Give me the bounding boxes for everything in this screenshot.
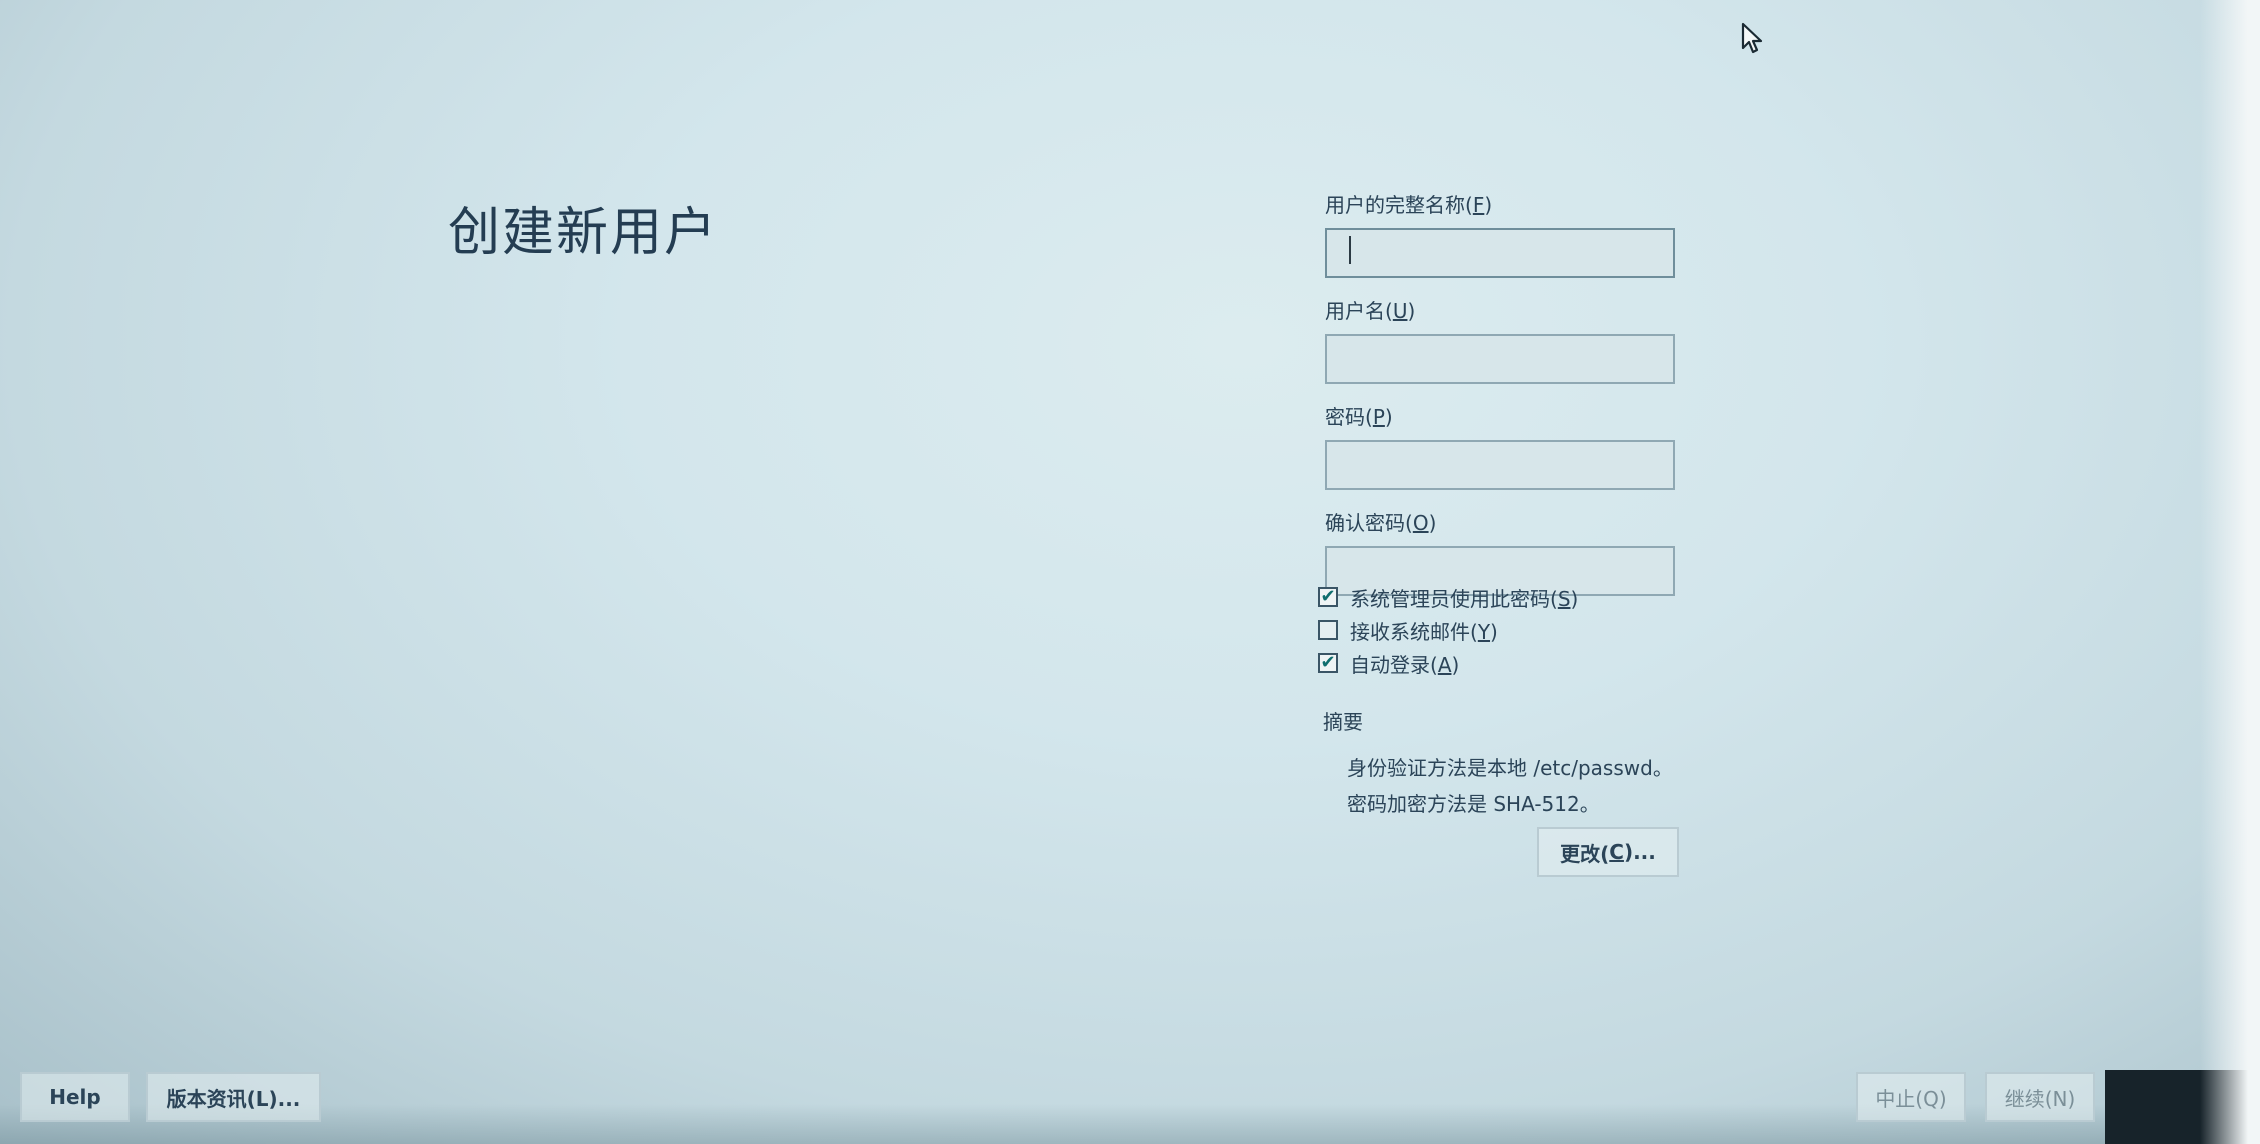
full-name-label: 用户的完整名称(F)	[1325, 193, 1493, 217]
installer-screen: 创建新用户 用户的完整名称(F) 用户名(U) 密码(P) 确认密码(O) ✔ …	[0, 0, 2260, 1144]
password-input[interactable]	[1325, 440, 1675, 490]
password-label: 密码(P)	[1325, 405, 1393, 429]
screen-bezel-corner	[2105, 1070, 2260, 1144]
help-button[interactable]: Help	[20, 1072, 130, 1122]
option-admin-password[interactable]: ✔ 系统管理员使用此密码(S)	[1318, 582, 1578, 612]
option-system-mail[interactable]: 接收系统邮件(Y)	[1318, 615, 1578, 645]
summary-title: 摘要	[1323, 710, 1363, 734]
full-name-input[interactable]	[1325, 228, 1675, 278]
summary-hash-method: 密码加密方法是 SHA-512。	[1347, 792, 1600, 816]
username-input[interactable]	[1325, 334, 1675, 384]
mouse-pointer-icon	[1741, 22, 1763, 54]
next-button[interactable]: 继续(N)	[1985, 1072, 2095, 1122]
create-user-form: 用户的完整名称(F) 用户名(U) 密码(P) 确认密码(O)	[1325, 192, 1685, 616]
system-mail-checkbox[interactable]	[1318, 620, 1338, 640]
confirm-password-label: 确认密码(O)	[1325, 511, 1437, 535]
option-auto-login[interactable]: ✔ 自动登录(A)	[1318, 648, 1578, 678]
text-caret	[1349, 236, 1351, 264]
quit-button[interactable]: 中止(Q)	[1856, 1072, 1966, 1122]
username-label: 用户名(U)	[1325, 299, 1416, 323]
auto-login-checkbox[interactable]: ✔	[1318, 653, 1338, 673]
system-mail-label: 接收系统邮件(Y)	[1350, 619, 1498, 644]
page-title: 创建新用户	[448, 203, 719, 263]
admin-password-checkbox[interactable]: ✔	[1318, 587, 1338, 607]
auto-login-label: 自动登录(A)	[1350, 652, 1460, 677]
admin-password-label: 系统管理员使用此密码(S)	[1350, 586, 1579, 611]
options-group: ✔ 系统管理员使用此密码(S) 接收系统邮件(Y) ✔ 自动登录(A)	[1318, 582, 1578, 681]
summary-auth-method: 身份验证方法是本地 /etc/passwd。	[1347, 756, 1673, 780]
change-button[interactable]: 更改(C)...	[1537, 827, 1679, 877]
about-button[interactable]: 版本资讯(L)...	[146, 1072, 321, 1122]
